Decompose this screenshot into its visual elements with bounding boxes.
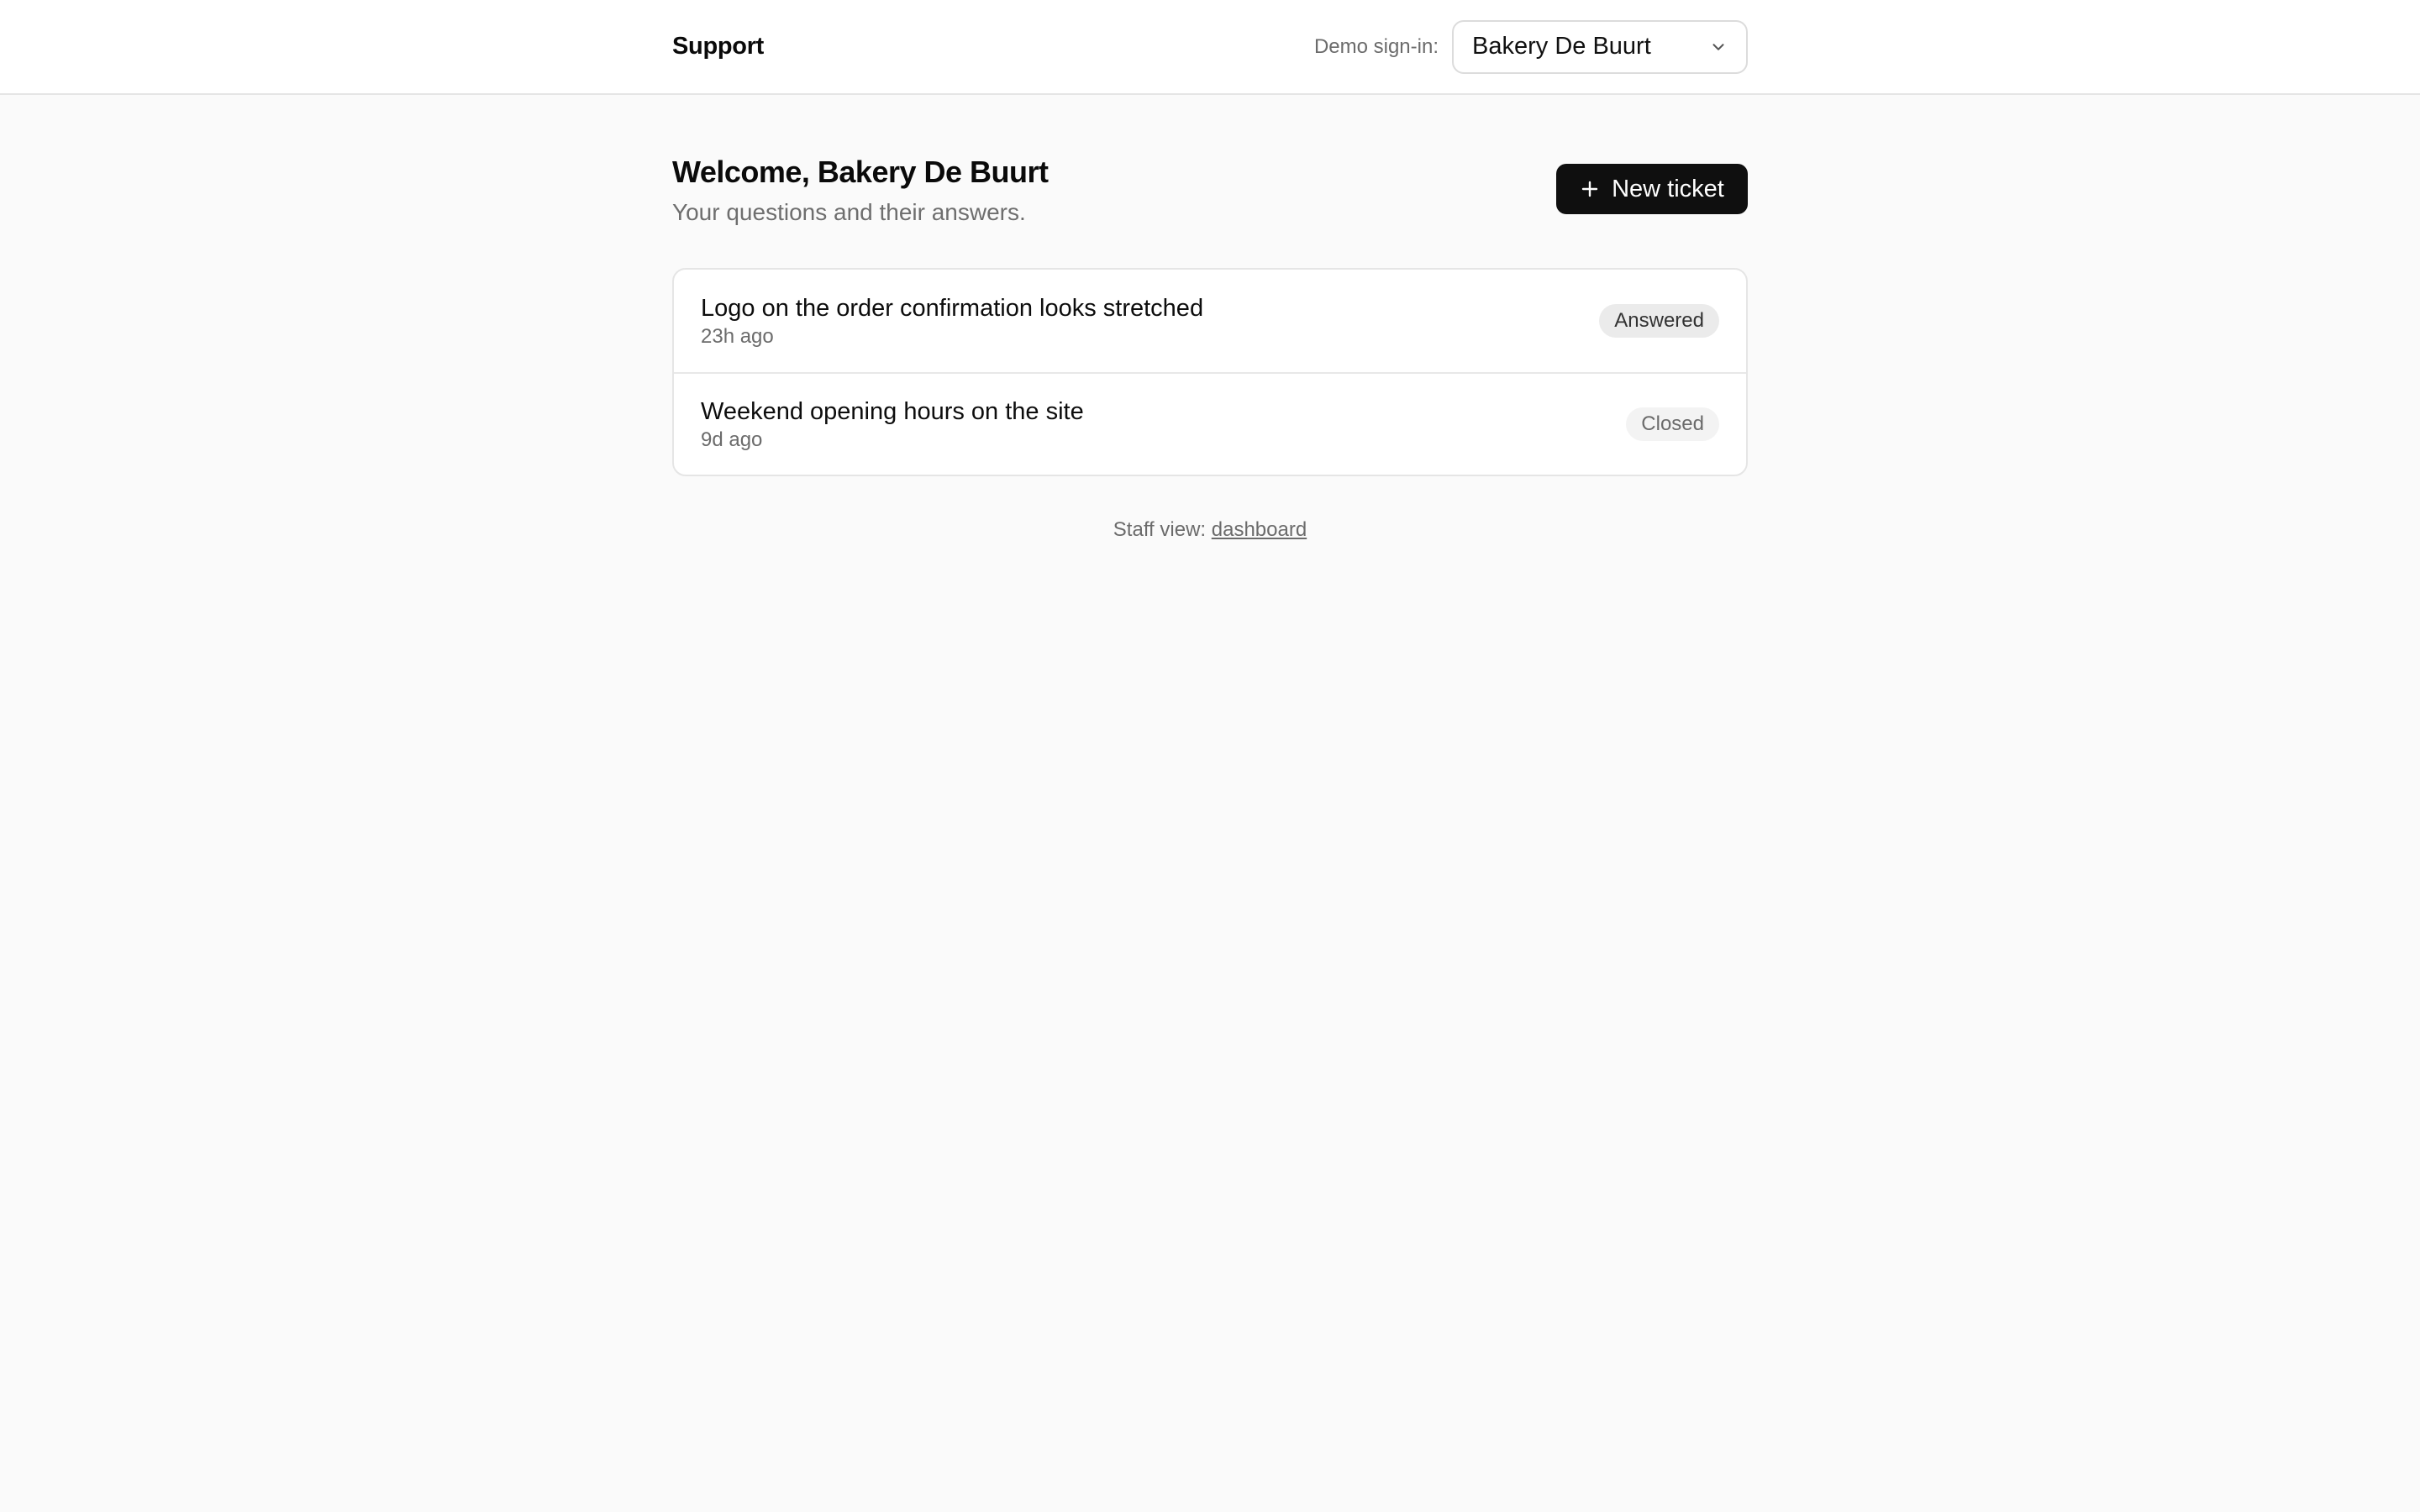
status-badge: Closed xyxy=(1626,407,1719,441)
page-heading-group: Welcome, Bakery De Buurt Your questions … xyxy=(672,154,1049,228)
plus-icon xyxy=(1580,179,1600,199)
ticket-time: 23h ago xyxy=(701,324,774,348)
ticket-info: Weekend opening hours on the site 9d ago xyxy=(701,396,1084,453)
new-ticket-label: New ticket xyxy=(1612,175,1724,202)
signin-label: Demo sign-in: xyxy=(1313,34,1439,58)
account-select-value: Bakery De Buurt xyxy=(1472,33,1651,60)
page-subtitle: Your questions and their answers. xyxy=(672,199,1026,225)
ticket-row[interactable]: Logo on the order confirmation looks str… xyxy=(674,270,1746,372)
staff-view-note: Staff view: dashboard xyxy=(672,518,1748,542)
ticket-info: Logo on the order confirmation looks str… xyxy=(701,293,1203,349)
demo-signin: Demo sign-in: Bakery De Buurt xyxy=(1313,19,1748,74)
main-content: Welcome, Bakery De Buurt Your questions … xyxy=(0,95,2420,542)
top-bar: Support Demo sign-in: Bakery De Buurt xyxy=(0,0,2420,95)
brand-title: Support xyxy=(672,33,765,60)
status-badge: Answered xyxy=(1599,304,1719,338)
page-header: Welcome, Bakery De Buurt Your questions … xyxy=(672,154,1748,228)
account-select[interactable]: Bakery De Buurt xyxy=(1452,19,1748,74)
ticket-row[interactable]: Weekend opening hours on the site 9d ago… xyxy=(674,372,1746,475)
ticket-time: 9d ago xyxy=(701,428,763,451)
ticket-title: Logo on the order confirmation looks str… xyxy=(701,294,1204,322)
ticket-title: Weekend opening hours on the site xyxy=(701,397,1084,425)
chevron-down-icon xyxy=(1707,36,1729,58)
ticket-list: Logo on the order confirmation looks str… xyxy=(672,268,1748,476)
dashboard-link[interactable]: dashboard xyxy=(1212,518,1307,541)
staff-view-prefix: Staff view: xyxy=(1113,518,1207,541)
page-title: Welcome, Bakery De Buurt xyxy=(672,155,1049,189)
new-ticket-button[interactable]: New ticket xyxy=(1556,164,1748,214)
